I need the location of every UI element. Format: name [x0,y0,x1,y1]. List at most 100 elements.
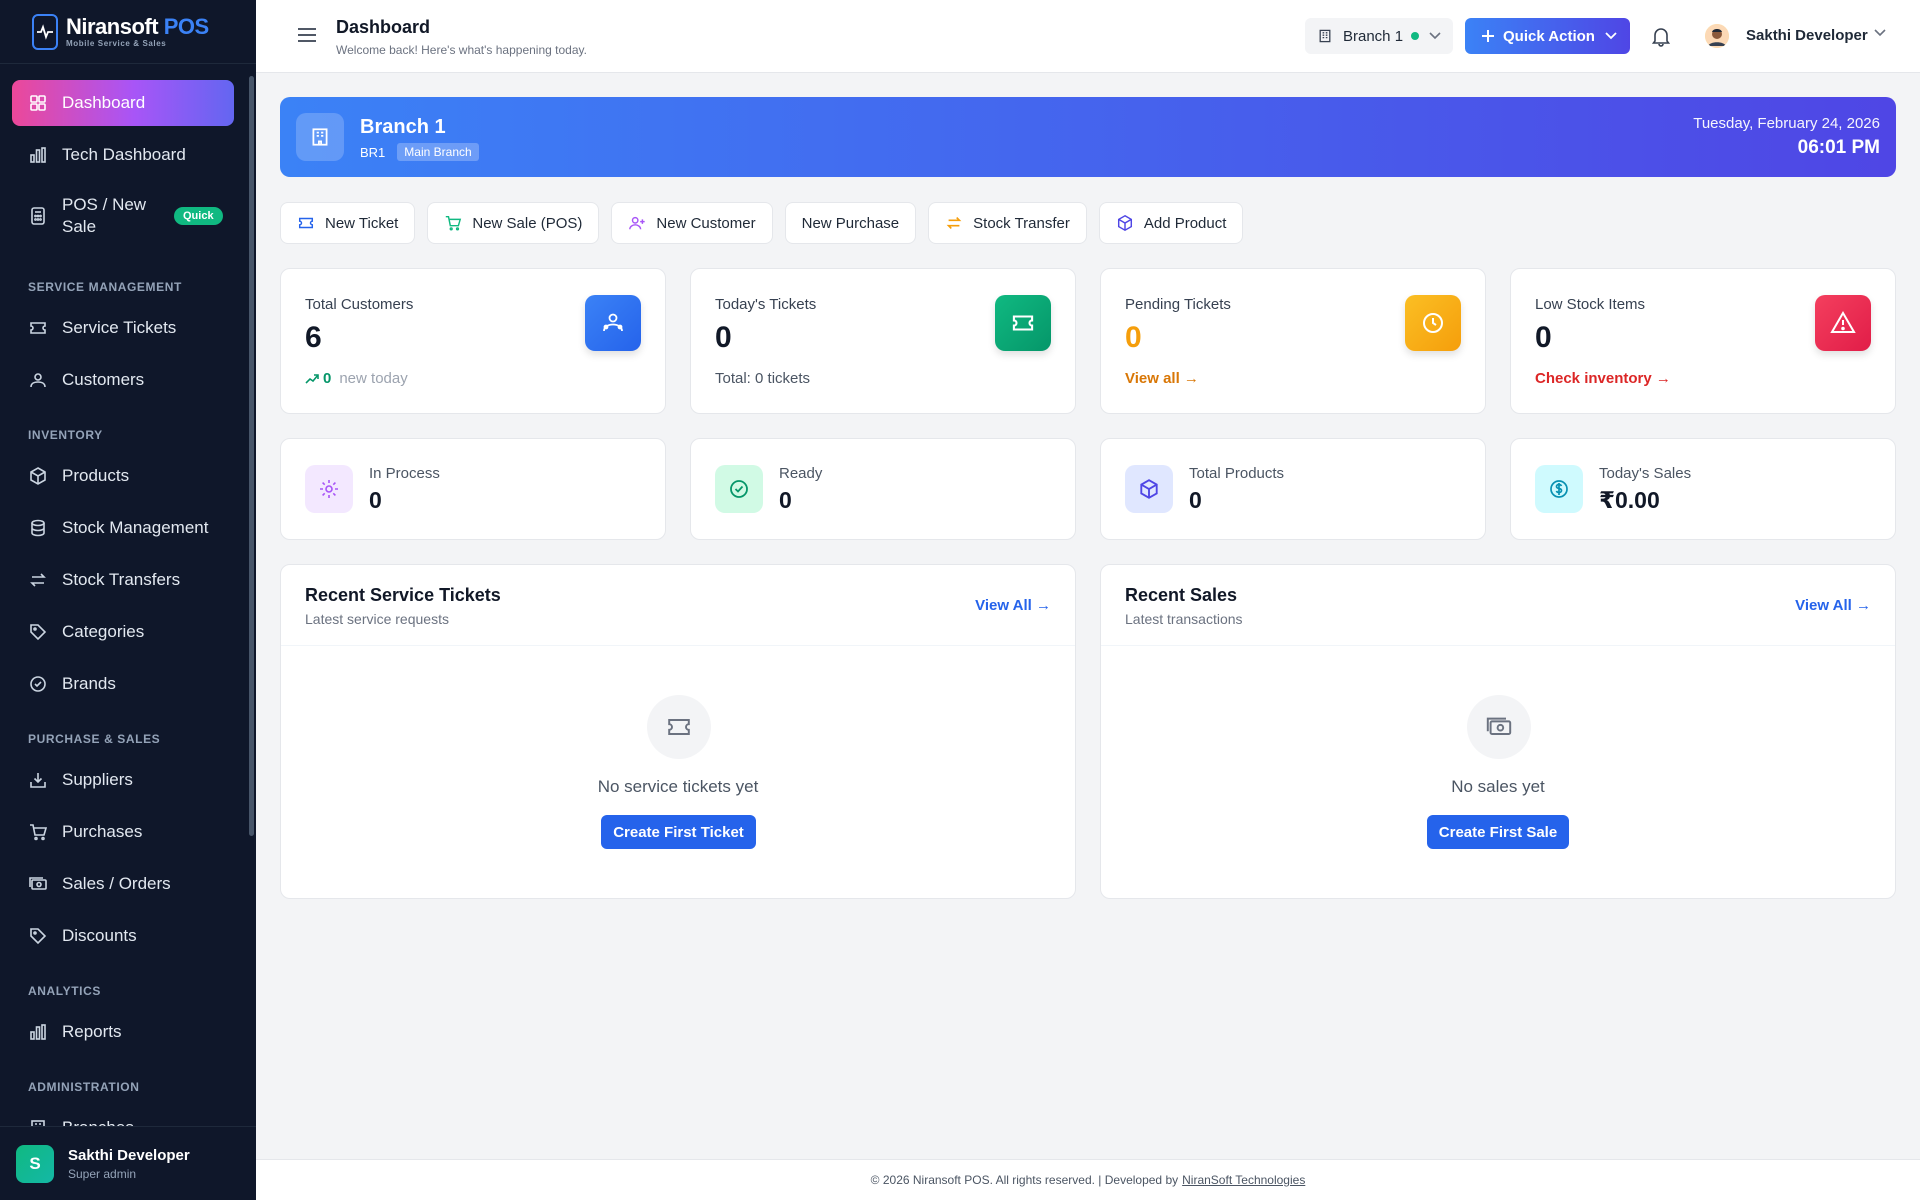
avatar: S [16,1144,54,1183]
sidebar-item-label: Dashboard [62,93,146,112]
sidebar-item-label: Sales / Orders [62,874,171,893]
new-ticket-button[interactable]: New Ticket [280,202,416,244]
sidebar-item-label: Brands [62,674,116,693]
new-customer-button[interactable]: New Customer [611,202,773,244]
users-icon [30,373,46,388]
new-purchase-button[interactable]: New Purchase [784,202,917,244]
panel-title: Recent Service Tickets [305,585,501,605]
chevron-down-icon[interactable] [1874,29,1886,37]
cash-icon [29,877,47,890]
sidebar-item-products[interactable]: Products [12,453,234,499]
warning-icon [1815,295,1871,351]
users-icon [585,295,641,351]
cube-icon [1117,214,1132,232]
mini-stat-value: 0 [369,487,382,513]
empty-state-text: No sales yet [1451,777,1545,796]
new-today-text: new today [339,370,408,387]
create-first-sale-button[interactable]: Create First Sale [1427,815,1569,849]
sidebar-item-label: Reports [62,1022,122,1041]
stock-transfer-button[interactable]: Stock Transfer [928,202,1087,244]
branch-selector[interactable]: Branch 1 [1305,18,1453,54]
sidebar-item-label: POS / New Sale [62,195,147,236]
menu-icon[interactable] [297,26,317,44]
transfer-icon [30,573,46,587]
create-first-ticket-button[interactable]: Create First Ticket [601,815,756,849]
footer-developer-link[interactable]: NiranSoft Technologies [1182,1173,1305,1187]
sidebar-scrollbar[interactable] [249,76,254,836]
add-product-button[interactable]: Add Product [1098,202,1244,244]
sidebar-item-brands[interactable]: Brands [12,661,234,707]
sidebar-item-tech-dashboard[interactable]: Tech Dashboard [12,132,234,178]
brand[interactable]: Niransoft POS Mobile Service & Sales [0,0,256,64]
sidebar-item-label: Stock Management [62,518,209,537]
ticket-icon [298,217,314,229]
button-label: New Sale (POS) [472,214,583,232]
building-icon [31,1120,45,1126]
footer-text: © 2026 Niransoft POS. All rights reserve… [870,1173,1179,1187]
check-inventory-link[interactable]: Check inventory → [1535,370,1671,387]
sidebar-item-label: Categories [62,622,145,641]
sidebar-item-purchases[interactable]: Purchases [12,809,234,855]
view-all-sales-link[interactable]: View All → [1795,597,1871,614]
branch-code: BR1 [360,144,386,160]
sidebar-item-reports[interactable]: Reports [12,1009,234,1055]
view-all-pending-link[interactable]: View all → [1125,370,1199,387]
sidebar-item-service-tickets[interactable]: Service Tickets [12,305,234,351]
sidebar-user-card[interactable]: S Sakthi Developer Super admin [0,1126,256,1200]
mini-stat-label: In Process [369,465,440,482]
mini-stat-todays-sales: Today's Sales ₹0.00 [1510,438,1896,540]
sidebar-user-name: Sakthi Developer [68,1146,190,1164]
section-analytics: ANALYTICS [28,984,101,998]
bar-chart-icon [30,1024,46,1040]
quick-action-button[interactable]: Quick Action [1465,18,1630,54]
sidebar-item-categories[interactable]: Categories [12,609,234,655]
new-sale-button[interactable]: New Sale (POS) [427,202,600,244]
mini-stat-in-process: In Process 0 [280,438,666,540]
sidebar-item-customers[interactable]: Customers [12,357,234,403]
section-administration: ADMINISTRATION [28,1080,140,1094]
gear-icon [305,465,353,513]
cube-icon [30,467,46,485]
stat-value: 0 [715,321,732,354]
discount-tag-icon [30,928,47,945]
sidebar-item-label: Discounts [62,926,137,945]
header-user-name[interactable]: Sakthi Developer [1746,27,1868,44]
mini-stat-label: Ready [779,465,823,482]
sidebar-item-stock-management[interactable]: Stock Management [12,505,234,551]
bell-icon[interactable] [1650,25,1672,47]
stat-footer: 0 new today [305,370,408,387]
check-circle-icon [715,465,763,513]
brand-name: Niransoft POS [66,14,209,39]
stat-value: 0 [1125,321,1142,354]
button-label: New Purchase [801,214,900,232]
quick-action-label: Quick Action [1503,27,1595,45]
section-service-management: SERVICE MANAGEMENT [28,280,182,294]
panel-subtitle: Latest service requests [305,611,449,627]
pulse-logo-icon [32,13,58,50]
sidebar-user-role: Super admin [68,1166,137,1181]
inbox-download-icon [30,773,46,788]
sidebar-item-label: Tech Dashboard [62,145,186,164]
stat-label: Low Stock Items [1535,296,1646,313]
building-icon [296,113,344,161]
tag-icon [30,624,47,641]
sidebar-item-pos-new-sale[interactable]: POS / New Sale Quick [12,186,234,246]
view-all-tickets-link[interactable]: View All → [975,597,1051,614]
sidebar-item-label: Products [62,466,130,485]
sidebar-item-suppliers[interactable]: Suppliers [12,757,234,803]
sidebar-item-stock-transfers[interactable]: Stock Transfers [12,557,234,603]
sidebar-item-sales-orders[interactable]: Sales / Orders [12,861,234,907]
banner-date: Tuesday, February 24, 2026 [1693,115,1880,132]
chevron-down-icon [1605,32,1617,40]
sidebar-item-branches[interactable]: Branches [12,1105,234,1126]
quick-actions-row: New Ticket New Sale (POS) New Customer N… [280,202,1255,244]
recent-sales-panel: Recent Sales Latest transactions View Al… [1100,564,1896,899]
stat-footer: Total: 0 tickets [715,370,811,387]
brand-tagline: Mobile Service & Sales [66,39,167,48]
new-today-count: 0 [323,370,332,387]
sidebar-item-discounts[interactable]: Discounts [12,913,234,959]
sidebar-item-dashboard[interactable]: Dashboard [12,80,234,126]
avatar[interactable] [1705,24,1729,48]
sidebar-nav: Dashboard Tech Dashboard POS / New Sale … [0,64,256,1126]
trending-up-icon [305,373,319,384]
